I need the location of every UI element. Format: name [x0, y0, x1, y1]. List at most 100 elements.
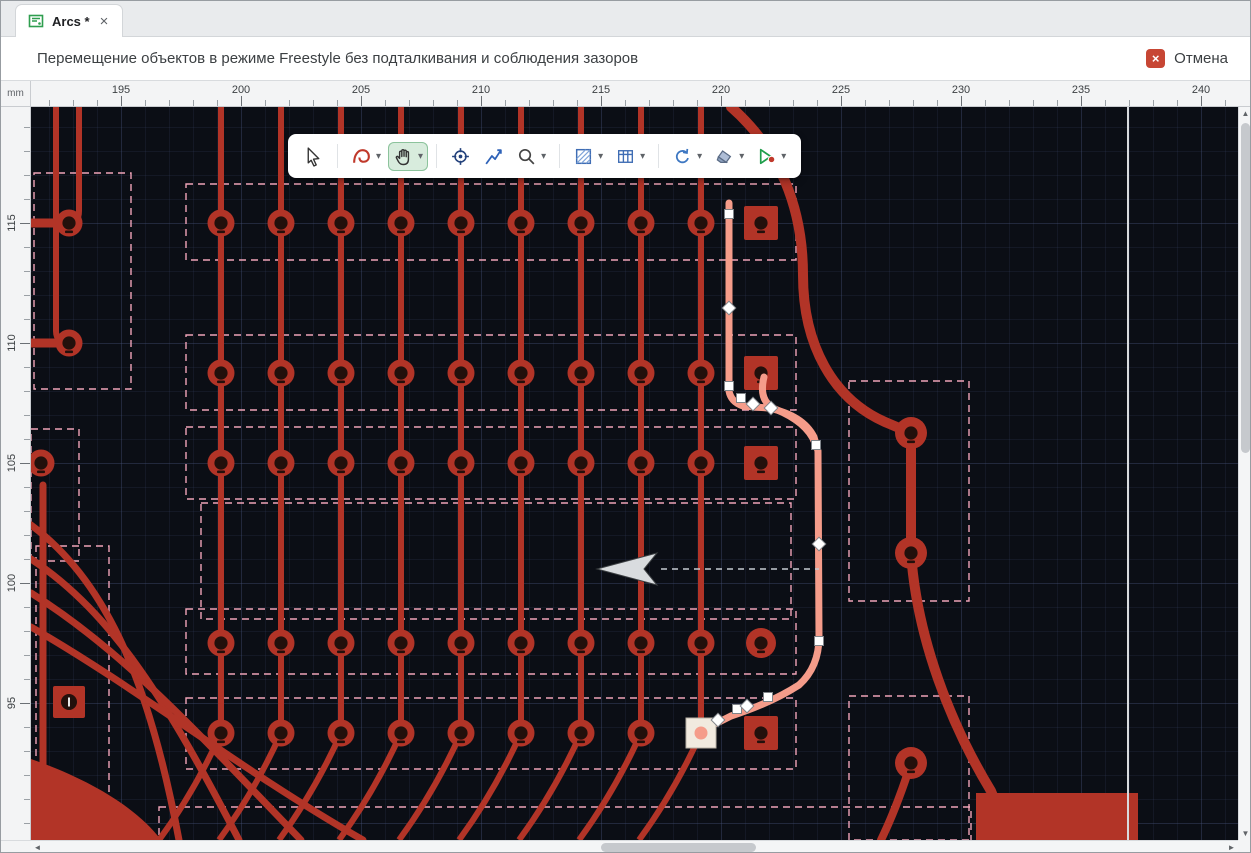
pad[interactable] [688, 630, 715, 657]
pad[interactable] [268, 210, 295, 237]
pad[interactable] [268, 450, 295, 477]
pad[interactable] [895, 537, 927, 569]
horizontal-scrollbar[interactable]: ◄ ► [31, 840, 1238, 853]
pad[interactable] [268, 630, 295, 657]
run-check-button[interactable]: ▾ [751, 142, 791, 171]
pad[interactable] [448, 450, 475, 477]
pad[interactable] [628, 210, 655, 237]
scroll-left-icon[interactable]: ◄ [31, 841, 44, 853]
scroll-right-icon[interactable]: ► [1225, 841, 1238, 853]
pad[interactable] [746, 628, 776, 658]
pad[interactable] [388, 450, 415, 477]
trace[interactable] [399, 733, 461, 840]
selection-handle[interactable] [725, 382, 734, 391]
pad[interactable] [328, 450, 355, 477]
pad[interactable] [568, 360, 595, 387]
selection-handle[interactable] [812, 441, 821, 450]
pad[interactable] [328, 630, 355, 657]
pad[interactable] [628, 720, 655, 747]
trace[interactable] [69, 107, 79, 223]
pad[interactable] [208, 210, 235, 237]
close-icon[interactable]: × [98, 14, 111, 29]
mesh-grid-button[interactable]: ▾ [610, 142, 650, 171]
chevron-down-icon[interactable]: ▾ [541, 151, 546, 162]
trace[interactable] [459, 733, 521, 840]
selection-handle-diamond[interactable] [722, 301, 736, 315]
scroll-up-icon[interactable]: ▲ [1239, 107, 1251, 120]
pad[interactable] [448, 360, 475, 387]
trace[interactable] [339, 733, 401, 840]
pad[interactable] [568, 450, 595, 477]
cancel-button[interactable]: × Отмена [1146, 49, 1228, 68]
scroll-down-icon[interactable]: ▼ [1239, 827, 1251, 840]
pad[interactable] [208, 450, 235, 477]
chevron-down-icon[interactable]: ▾ [640, 151, 645, 162]
chevron-down-icon[interactable]: ▾ [376, 151, 381, 162]
vertical-scrollbar[interactable]: ▲ ▼ [1238, 107, 1251, 840]
pad[interactable] [56, 330, 83, 357]
zoom-button[interactable]: ▾ [511, 142, 551, 171]
horizontal-scroll-thumb[interactable] [601, 843, 756, 852]
pad[interactable] [448, 630, 475, 657]
origin-button[interactable] [445, 142, 476, 171]
pad[interactable] [508, 630, 535, 657]
pad[interactable] [628, 630, 655, 657]
pad[interactable] [268, 360, 295, 387]
pad[interactable] [448, 210, 475, 237]
vertical-scroll-thumb[interactable] [1241, 123, 1250, 453]
pad[interactable] [688, 210, 715, 237]
selection-handle[interactable] [764, 693, 773, 702]
pad[interactable] [508, 210, 535, 237]
chevron-down-icon[interactable]: ▾ [781, 151, 786, 162]
pad[interactable] [895, 747, 927, 779]
pan-hand-button[interactable]: ▾ [388, 142, 428, 171]
pad[interactable] [744, 716, 778, 750]
pad[interactable] [628, 360, 655, 387]
pad[interactable] [208, 360, 235, 387]
selection-handle[interactable] [737, 394, 746, 403]
pad[interactable] [508, 360, 535, 387]
pad[interactable] [388, 210, 415, 237]
pad[interactable] [56, 210, 83, 237]
pad[interactable] [688, 360, 715, 387]
pad[interactable] [568, 720, 595, 747]
chevron-down-icon[interactable]: ▾ [697, 151, 702, 162]
selection-handle[interactable] [815, 637, 824, 646]
selection-handle[interactable] [725, 210, 734, 219]
pcb-canvas[interactable]: ▾ ▾ ▾ ▾ ▾ ▾ ▾ ▾ [31, 107, 1238, 840]
tab-arcs[interactable]: Arcs * × [15, 4, 123, 37]
trace[interactable] [519, 733, 581, 840]
pad[interactable] [628, 450, 655, 477]
selected-pad[interactable] [686, 718, 716, 748]
pad[interactable] [31, 450, 55, 477]
eraser-button[interactable]: ▾ [709, 142, 749, 171]
chevron-down-icon[interactable]: ▾ [418, 151, 423, 162]
trace[interactable] [639, 733, 701, 840]
pad[interactable] [688, 450, 715, 477]
pad[interactable] [744, 206, 778, 240]
pad[interactable] [208, 630, 235, 657]
chevron-down-icon[interactable]: ▾ [598, 151, 603, 162]
pad[interactable] [328, 210, 355, 237]
pad[interactable] [895, 417, 927, 449]
polygon-fill-button[interactable]: ▾ [568, 142, 608, 171]
autoroute-button[interactable] [478, 142, 509, 171]
pad[interactable] [208, 720, 235, 747]
select-button[interactable] [298, 142, 329, 171]
refresh-button[interactable]: ▾ [667, 142, 707, 171]
pad[interactable] [388, 360, 415, 387]
chevron-down-icon[interactable]: ▾ [739, 151, 744, 162]
pad[interactable] [508, 720, 535, 747]
pad[interactable] [568, 210, 595, 237]
conductor-button[interactable]: ▾ [346, 142, 386, 171]
pad[interactable] [508, 450, 535, 477]
pad[interactable] [388, 630, 415, 657]
pad[interactable] [568, 630, 595, 657]
pad[interactable] [744, 446, 778, 480]
pad[interactable] [53, 686, 85, 718]
pad[interactable] [448, 720, 475, 747]
pad[interactable] [388, 720, 415, 747]
pad[interactable] [328, 360, 355, 387]
pad[interactable] [268, 720, 295, 747]
selection-handle-diamond[interactable] [812, 537, 826, 551]
